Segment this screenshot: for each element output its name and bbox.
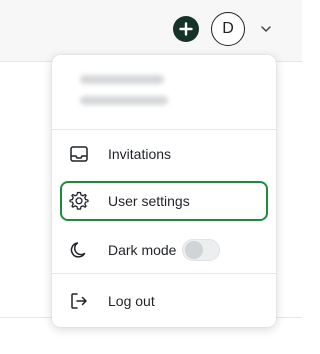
redacted-user-email (80, 96, 168, 105)
menu-item-label: Invitations (108, 146, 172, 162)
add-button[interactable] (173, 16, 199, 42)
logout-icon (68, 290, 90, 312)
menu-divider (52, 129, 276, 130)
avatar[interactable]: D (211, 12, 245, 46)
menu-item-label: Dark mode (108, 242, 177, 258)
gear-icon (68, 190, 90, 212)
inbox-icon (68, 143, 90, 165)
menu-item-label: Log out (108, 293, 155, 309)
menu-item-log-out[interactable]: Log out (60, 281, 268, 321)
menu-item-user-settings[interactable]: User settings (60, 181, 268, 221)
page: D Invitations User settings Dark mode Lo… (0, 0, 302, 354)
moon-icon (68, 239, 90, 261)
menu-item-invitations[interactable]: Invitations (60, 134, 268, 174)
account-dropdown-menu: Invitations User settings Dark mode Log … (52, 55, 276, 327)
user-info-redacted (52, 55, 276, 129)
top-bar: D (0, 0, 302, 62)
menu-divider (52, 273, 276, 274)
redacted-user-name (80, 75, 164, 84)
toggle-knob (185, 241, 203, 259)
dark-mode-toggle[interactable] (182, 239, 220, 261)
menu-item-label: User settings (108, 193, 190, 209)
menu-item-dark-mode[interactable]: Dark mode (60, 230, 268, 270)
plus-circle-icon (179, 22, 193, 36)
avatar-initial: D (222, 20, 234, 37)
chevron-down-icon[interactable] (260, 24, 272, 34)
